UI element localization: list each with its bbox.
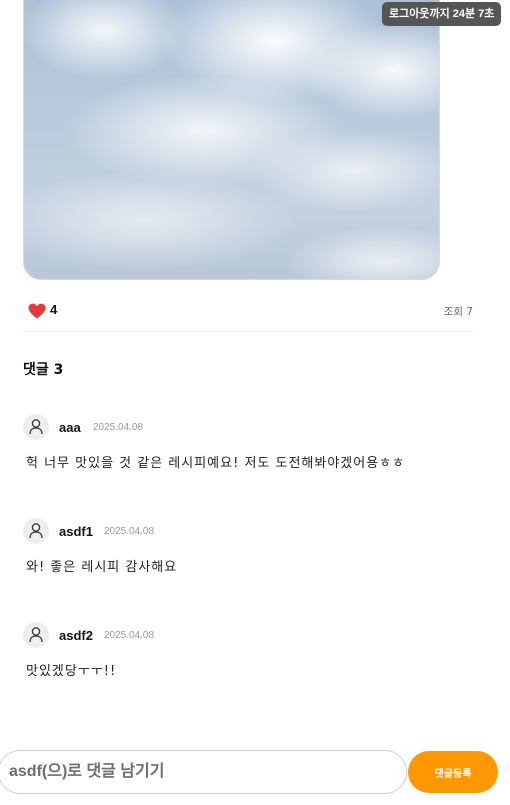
- comment-date: 2025.04.08: [104, 526, 155, 537]
- user-icon: [29, 523, 43, 539]
- comment-item: aaa 2025.04.08 헉 너무 맛있을 것 같은 레시피예요! 저도 도…: [23, 414, 473, 484]
- comment-author: asdf2: [59, 628, 93, 643]
- comment-text: 맛있겠당ㅜㅜ!!: [26, 664, 117, 679]
- heart-icon[interactable]: [28, 303, 46, 319]
- comment-form: 댓글등록: [0, 750, 510, 795]
- avatar: [23, 414, 49, 440]
- comment-author: aaa: [59, 420, 81, 435]
- post-stats: 4 조회 7: [23, 296, 473, 332]
- comments-title: 댓글 3: [23, 362, 64, 378]
- comment-date: 2025.04.08: [104, 630, 155, 641]
- comment-item: asdf2 2025.04.08 맛있겠당ㅜㅜ!!: [23, 622, 473, 692]
- comment-text: 헉 너무 맛있을 것 같은 레시피예요! 저도 도전해봐야겠어용ㅎㅎ: [26, 456, 406, 471]
- logout-timer-badge: 로그아웃까지 24분 7초: [382, 2, 502, 26]
- submit-comment-button[interactable]: 댓글등록: [408, 751, 498, 793]
- comment-text: 와! 좋은 레시피 감사해요: [26, 560, 178, 575]
- comment-item: asdf1 2025.04.08 와! 좋은 레시피 감사해요: [23, 518, 473, 588]
- comment-author: asdf1: [59, 524, 93, 539]
- user-icon: [29, 627, 43, 643]
- user-icon: [29, 419, 43, 435]
- view-count: 조회 7: [443, 306, 473, 318]
- avatar: [23, 518, 49, 544]
- comment-input[interactable]: [0, 750, 407, 794]
- avatar: [23, 622, 49, 648]
- post-image: [23, 0, 440, 280]
- comment-date: 2025.04.08: [93, 422, 144, 433]
- like-count: 4: [50, 302, 58, 317]
